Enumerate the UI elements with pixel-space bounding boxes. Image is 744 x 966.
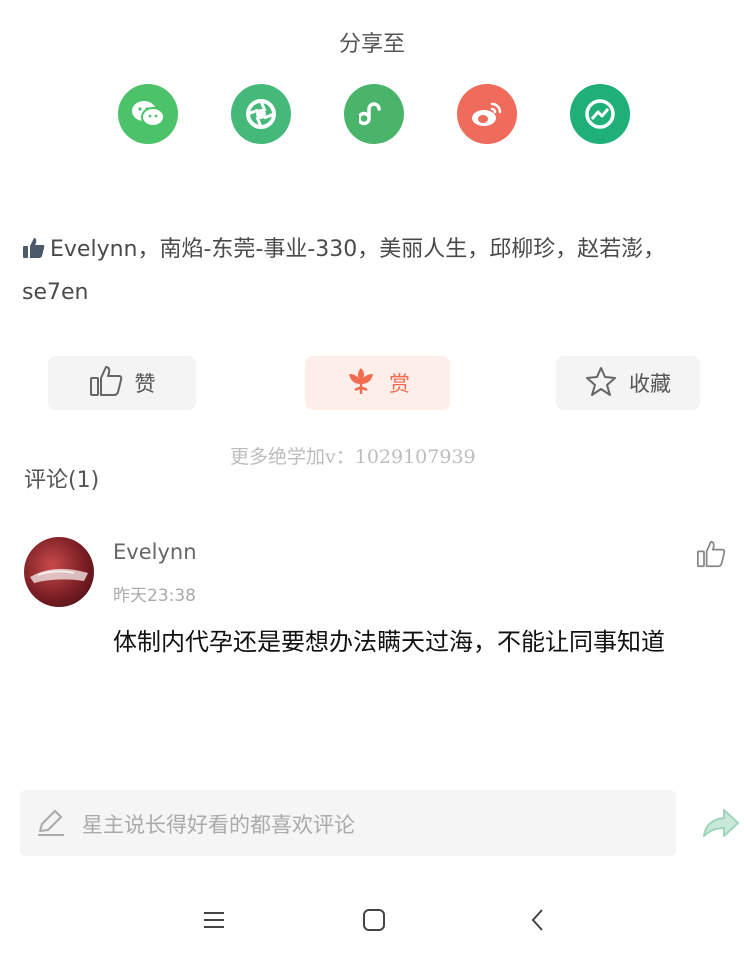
weibo-icon[interactable] bbox=[457, 84, 517, 144]
avatar[interactable] bbox=[24, 537, 94, 607]
comment-input-placeholder: 星主说长得好看的都喜欢评论 bbox=[82, 813, 355, 837]
send-icon[interactable] bbox=[700, 806, 740, 844]
comment-time: 昨天23:38 bbox=[113, 586, 196, 606]
pencil-icon bbox=[36, 809, 66, 841]
mini-program-icon[interactable] bbox=[344, 84, 404, 144]
like-label: 赞 bbox=[134, 372, 156, 396]
home-icon[interactable] bbox=[350, 896, 398, 944]
menu-icon[interactable] bbox=[190, 896, 238, 944]
thumbs-up-outline-icon bbox=[89, 365, 123, 402]
favorite-label: 收藏 bbox=[629, 372, 671, 396]
moments-icon[interactable] bbox=[231, 84, 291, 144]
watermark-text: 更多绝学加v：1029107939 bbox=[230, 446, 476, 468]
reward-button[interactable]: 赏 bbox=[305, 356, 450, 410]
star-icon bbox=[585, 366, 617, 401]
liked-by-list: Evelynn，南焰-东莞-事业-330，美丽人生，邱柳珍，赵若澎，se7en bbox=[22, 230, 722, 313]
comment-author[interactable]: Evelynn bbox=[113, 540, 197, 564]
wechat-icon[interactable] bbox=[118, 84, 178, 144]
comment-text: 体制内代孕还是要想办法瞒天过海，不能让同事知道 bbox=[113, 628, 665, 656]
system-nav-bar bbox=[0, 896, 744, 944]
like-button[interactable]: 赞 bbox=[48, 356, 196, 410]
liked-by-text: Evelynn，南焰-东莞-事业-330，美丽人生，邱柳珍，赵若澎，se7en bbox=[22, 237, 666, 305]
comments-title: 评论(1) bbox=[24, 468, 100, 493]
lotus-icon bbox=[345, 366, 377, 401]
share-icons-row bbox=[118, 84, 638, 144]
share-title: 分享至 bbox=[338, 32, 405, 57]
comment-like-icon[interactable] bbox=[696, 540, 726, 572]
back-icon[interactable] bbox=[514, 896, 562, 944]
favorite-button[interactable]: 收藏 bbox=[556, 356, 700, 410]
thumbs-up-icon bbox=[22, 233, 46, 273]
reward-label: 赏 bbox=[389, 372, 410, 396]
qzone-icon[interactable] bbox=[570, 84, 630, 144]
comment-input[interactable]: 星主说长得好看的都喜欢评论 bbox=[20, 790, 676, 856]
